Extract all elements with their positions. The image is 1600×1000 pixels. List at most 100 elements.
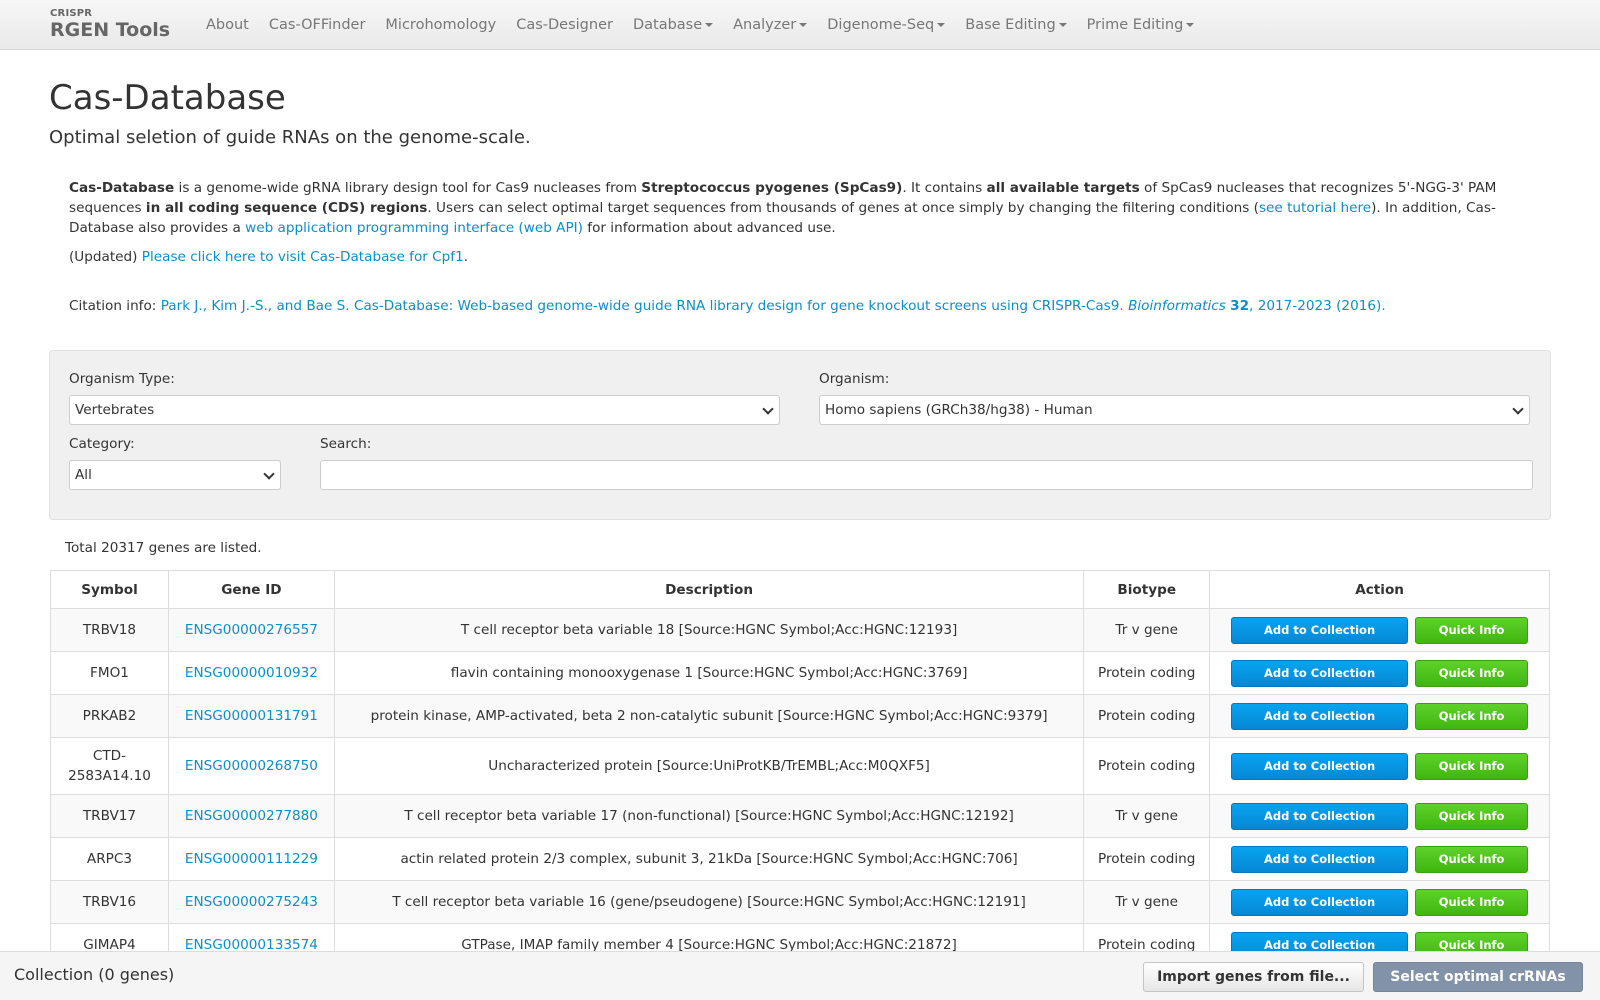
- table-body: TRBV18 ENSG00000276557 T cell receptor bet…: [50, 608, 1550, 967]
- quick-info-button[interactable]: Quick Info: [1415, 616, 1529, 644]
- table-row: PRKAB2 ENSG00000131791 protein kinase, AMP…: [50, 694, 1550, 738]
- quick-info-button[interactable]: Quick Info: [1415, 845, 1529, 873]
- gene-id-link[interactable]: ENSG00000131791: [185, 708, 318, 724]
- cell-gene-id: ENSG00000131791: [167, 694, 335, 738]
- header-description[interactable]: Description: [333, 570, 1085, 609]
- quick-info-button[interactable]: Quick Info: [1415, 888, 1529, 916]
- gene-id-link[interactable]: ENSG00000010932: [185, 665, 318, 681]
- gene-id-link[interactable]: ENSG00000268750: [185, 758, 318, 774]
- updated-note: (Updated) Please click here to visit Cas…: [69, 249, 468, 265]
- category-label: Category:: [69, 436, 135, 452]
- cell-symbol: FMO1: [50, 651, 169, 695]
- organism-type-select[interactable]: Vertebrates: [69, 395, 780, 425]
- gene-id-link[interactable]: ENSG00000276557: [185, 622, 318, 638]
- intro-text: is a genome-wide gRNA library design too…: [174, 180, 642, 196]
- nav-item-label: Database: [632, 17, 703, 33]
- organism-value: Homo sapiens (GRCh38/hg38) - Human: [825, 402, 1093, 418]
- cell-description: protein kinase, AMP-activated, beta 2 no…: [333, 694, 1085, 738]
- header-symbol[interactable]: Symbol: [50, 570, 169, 609]
- cell-biotype: Tr v gene: [1083, 608, 1211, 652]
- header-gene-id[interactable]: Gene ID: [167, 570, 335, 609]
- citation-link[interactable]: Park J., Kim J.-S., and Bae S. Cas-Datab…: [161, 298, 1386, 314]
- nav-item-base-editing[interactable]: Base Editing: [955, 17, 1076, 33]
- select-crrnas-button[interactable]: Select optimal crRNAs: [1373, 962, 1583, 992]
- cell-description: flavin containing monooxygenase 1 [Sourc…: [333, 651, 1085, 695]
- caret-down-icon: [937, 23, 946, 27]
- cell-symbol: TRBV16: [50, 880, 169, 924]
- caret-down-icon: [1186, 23, 1195, 27]
- intro-bold-cds: in all coding sequence (CDS) regions: [145, 200, 428, 216]
- cpf1-link[interactable]: Please click here to visit Cas-Database …: [142, 249, 464, 265]
- cell-action: Add to Collection Quick Info: [1209, 837, 1550, 881]
- brand-logo[interactable]: CRISPR RGEN Tools: [50, 8, 170, 40]
- cell-symbol: CTD-2583A14.10: [50, 737, 169, 795]
- nav-item-about[interactable]: About: [196, 17, 259, 33]
- chevron-down-icon: [1512, 403, 1524, 415]
- table-row: ARPC3 ENSG00000111229 actin related protei…: [50, 837, 1550, 881]
- nav-menu: About Cas-OFFinder Microhomology Cas-Design…: [196, 0, 1204, 50]
- quick-info-button[interactable]: Quick Info: [1415, 659, 1529, 687]
- brand-big-text: RGEN Tools: [50, 19, 171, 41]
- nav-item-label: Analyzer: [733, 17, 797, 33]
- quick-info-button[interactable]: Quick Info: [1415, 802, 1529, 830]
- cell-action: Add to Collection Quick Info: [1209, 608, 1550, 652]
- table-row: CTD-2583A14.10 ENSG00000268750 Uncharacter…: [50, 737, 1550, 795]
- organism-select[interactable]: Homo sapiens (GRCh38/hg38) - Human: [819, 395, 1530, 425]
- nav-item-label: Base Editing: [965, 17, 1056, 33]
- cell-biotype: Protein coding: [1083, 694, 1211, 738]
- quick-info-button[interactable]: Quick Info: [1415, 752, 1529, 780]
- cell-biotype: Protein coding: [1083, 737, 1211, 795]
- intro-bold-species: Streptococcus pyogenes (SpCas9): [641, 180, 903, 196]
- table-row: TRBV18 ENSG00000276557 T cell receptor bet…: [50, 608, 1550, 652]
- header-biotype[interactable]: Biotype: [1083, 570, 1211, 609]
- add-to-collection-button[interactable]: Add to Collection: [1231, 616, 1409, 644]
- nav-item-label: About: [206, 17, 249, 33]
- citation-pages: , 2017-2023 (2016).: [1249, 298, 1386, 314]
- cell-biotype: Tr v gene: [1083, 880, 1211, 924]
- nav-item-prime-editing[interactable]: Prime Editing: [1077, 17, 1205, 33]
- cell-gene-id: ENSG00000111229: [167, 837, 335, 881]
- add-to-collection-button[interactable]: Add to Collection: [1231, 802, 1409, 830]
- add-to-collection-button[interactable]: Add to Collection: [1231, 845, 1409, 873]
- nav-item-cas-designer[interactable]: Cas-Designer: [506, 17, 623, 33]
- add-to-collection-button[interactable]: Add to Collection: [1231, 659, 1409, 687]
- collection-bar: Collection (0 genes) Import genes from f…: [0, 951, 1600, 1000]
- quick-info-button[interactable]: Quick Info: [1415, 702, 1529, 730]
- cell-biotype: Tr v gene: [1083, 794, 1211, 838]
- cell-description: T cell receptor beta variable 16 (gene/p…: [333, 880, 1085, 924]
- cell-symbol: TRBV17: [50, 794, 169, 838]
- gene-id-link[interactable]: ENSG00000111229: [185, 851, 318, 867]
- intro-text: . Users can select optimal target sequen…: [427, 200, 1259, 216]
- genes-table: Symbol Gene ID Description Biotype Actio…: [50, 570, 1550, 967]
- citation-label: Citation info:: [69, 298, 161, 314]
- web-api-link[interactable]: web application programming interface (w…: [245, 220, 583, 236]
- cell-symbol: PRKAB2: [50, 694, 169, 738]
- organism-type-label: Organism Type:: [69, 371, 175, 387]
- filter-panel: Organism Type: Vertebrates Organism: Hom…: [49, 350, 1551, 520]
- nav-item-database[interactable]: Database: [623, 17, 723, 33]
- search-label: Search:: [320, 436, 372, 452]
- gene-id-link[interactable]: ENSG00000275243: [185, 894, 318, 910]
- cell-action: Add to Collection Quick Info: [1209, 737, 1550, 795]
- intro-bold-targets: all available targets: [986, 180, 1140, 196]
- nav-item-analyzer[interactable]: Analyzer: [723, 17, 817, 33]
- search-input[interactable]: [320, 460, 1533, 490]
- header-action: Action: [1209, 570, 1550, 609]
- tutorial-link[interactable]: see tutorial here: [1259, 200, 1371, 216]
- citation-info: Citation info: Park J., Kim J.-S., and B…: [69, 298, 1386, 314]
- category-select[interactable]: All: [69, 460, 281, 490]
- nav-item-digenome-seq[interactable]: Digenome-Seq: [817, 17, 955, 33]
- nav-item-microhomology[interactable]: Microhomology: [375, 17, 506, 33]
- add-to-collection-button[interactable]: Add to Collection: [1231, 888, 1409, 916]
- caret-down-icon: [799, 23, 808, 27]
- nav-item-label: Digenome-Seq: [827, 17, 935, 33]
- add-to-collection-button[interactable]: Add to Collection: [1231, 702, 1409, 730]
- caret-down-icon: [1058, 23, 1067, 27]
- caret-down-icon: [705, 23, 714, 27]
- page-subtitle: Optimal seletion of guide RNAs on the ge…: [49, 127, 531, 148]
- add-to-collection-button[interactable]: Add to Collection: [1231, 752, 1409, 780]
- gene-id-link[interactable]: ENSG00000277880: [185, 808, 318, 824]
- import-genes-button[interactable]: Import genes from file...: [1143, 962, 1364, 992]
- cell-gene-id: ENSG00000276557: [167, 608, 335, 652]
- nav-item-cas-offinder[interactable]: Cas-OFFinder: [259, 17, 376, 33]
